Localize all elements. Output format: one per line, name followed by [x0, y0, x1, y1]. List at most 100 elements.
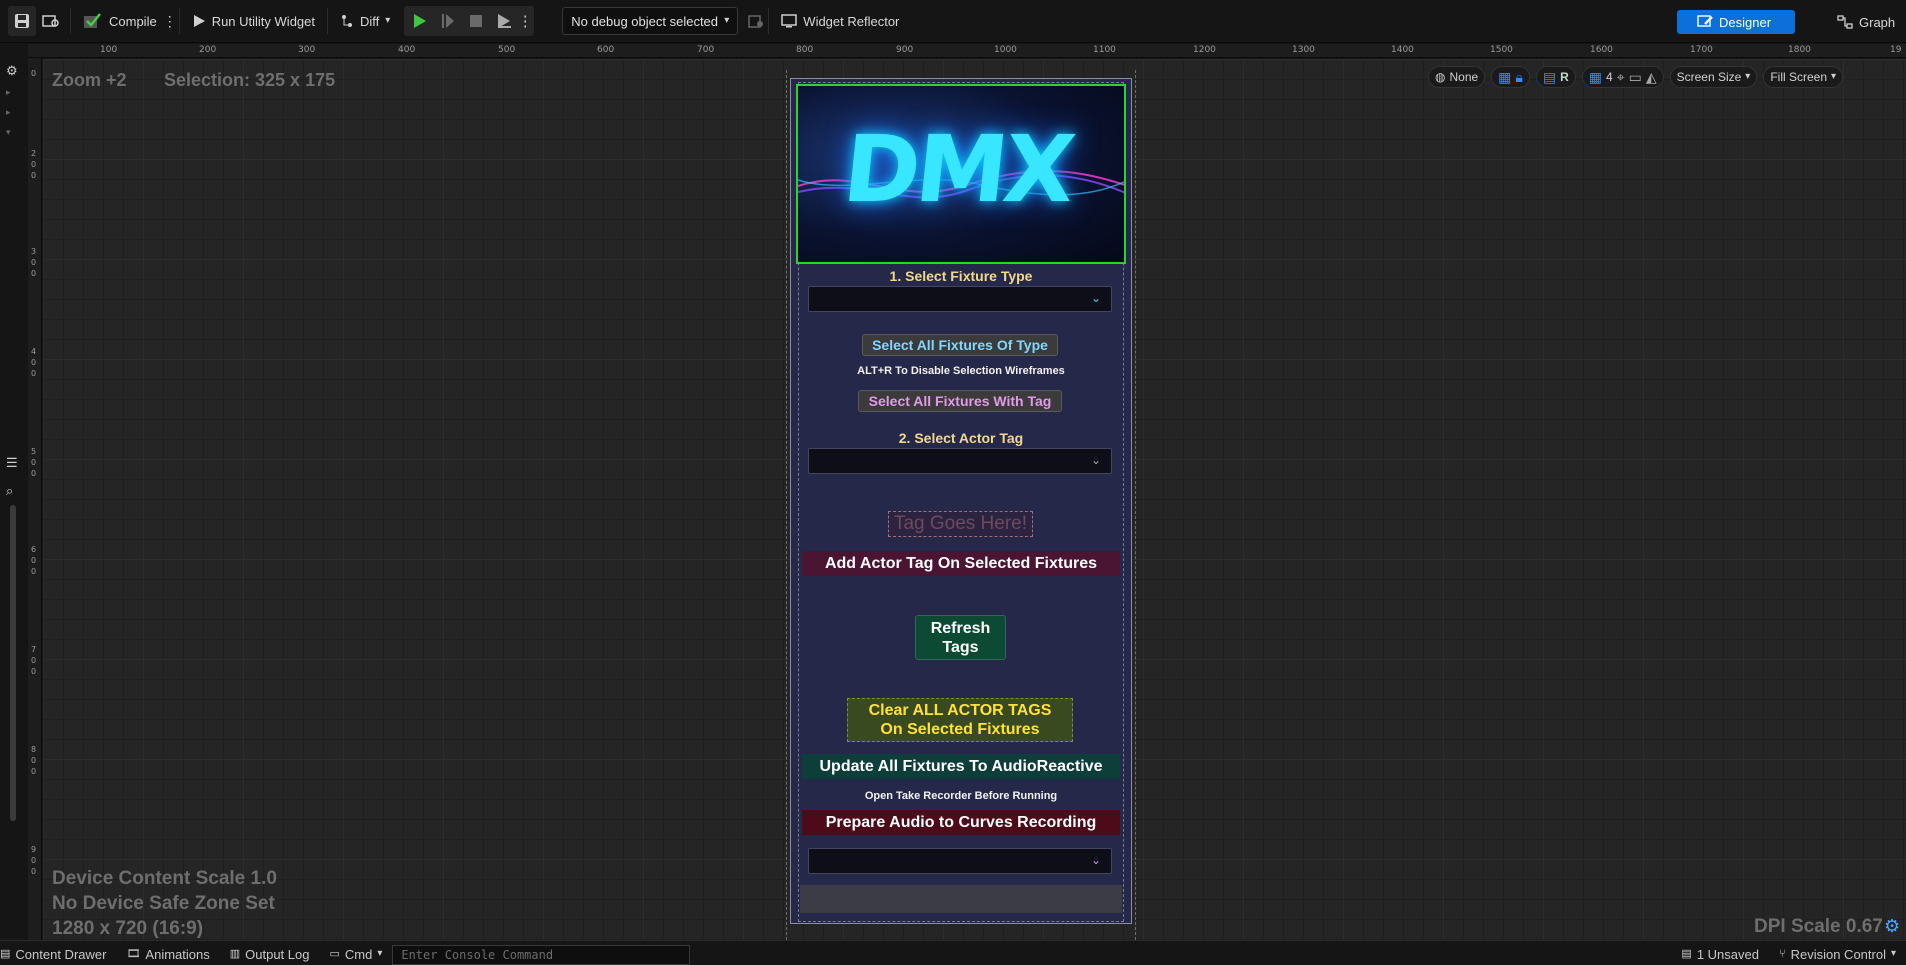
chevron-down-icon: ▾	[1831, 71, 1837, 82]
localization-preview-toggle[interactable]: ◍ None	[1428, 66, 1486, 88]
dmx-logo-image[interactable]: DMX	[796, 84, 1126, 264]
ruler-tick: 1200	[1193, 45, 1216, 55]
ruler-tick: 500	[498, 45, 516, 55]
gear-icon[interactable]: ⚙	[1884, 917, 1900, 935]
animations-label: Animations	[145, 946, 210, 962]
take-recorder-hint: Open Take Recorder Before Running	[864, 790, 1058, 802]
eject-icon[interactable]	[490, 7, 518, 35]
output-log-tab[interactable]: ▥ Output Log	[220, 943, 320, 965]
ruler-tick: 900	[31, 845, 37, 876]
chevron-down-icon: ⌄	[1090, 853, 1101, 867]
select-fixtures-with-tag-button[interactable]: Select All Fixtures With Tag	[858, 390, 1062, 412]
image-icon: ▭	[1628, 69, 1642, 85]
select-fixtures-of-type-button[interactable]: Select All Fixtures Of Type	[862, 334, 1058, 356]
save-icon	[14, 13, 30, 29]
browse-button[interactable]	[36, 6, 66, 36]
unsaved-indicator[interactable]: ▤ 1 Unsaved	[1671, 943, 1769, 965]
screen-size-select[interactable]: Screen Size ▾	[1669, 66, 1758, 88]
ruler-tick: 1800	[1788, 45, 1811, 55]
debug-object-value: No debug object selected	[571, 13, 719, 29]
respect-locks-toggle[interactable]: ▤ R	[1535, 66, 1576, 88]
save-button[interactable]	[8, 6, 36, 36]
ruler-tick: 1600	[1590, 45, 1613, 55]
compile-label: Compile	[109, 13, 157, 29]
terminal-icon: ▭	[329, 947, 340, 960]
vertical-scrollbar[interactable]	[10, 505, 16, 821]
ruler-tick: 1000	[994, 45, 1017, 55]
zoom-level: Zoom +2	[52, 70, 127, 90]
cmd-select[interactable]: ▭ Cmd ▾	[319, 943, 392, 965]
play-options-icon[interactable]: ⋮	[518, 7, 533, 35]
audio-combobox[interactable]: ⌄	[808, 848, 1112, 874]
clear-actor-tags-button[interactable]: Clear ALL ACTOR TAGS On Selected Fixture…	[847, 698, 1073, 742]
grid-snap-icon: ▦	[1498, 69, 1512, 85]
snap-lock-toggle[interactable]: ▦ 🔒︎	[1491, 66, 1530, 88]
ruler-tick: 1700	[1690, 45, 1713, 55]
compile-options-icon[interactable]: ⋮	[163, 14, 177, 28]
diff-button[interactable]: Diff ▾	[332, 6, 398, 36]
prepare-audio-recording-button[interactable]: Prepare Audio to Curves Recording	[802, 810, 1120, 835]
play-icon[interactable]	[406, 7, 434, 35]
bottom-spacer-panel	[800, 885, 1122, 913]
graph-label: Graph	[1859, 14, 1896, 30]
actor-tag-combobox[interactable]: ⌄	[808, 448, 1112, 474]
chevron-down-icon: ▾	[385, 15, 391, 26]
run-utility-widget-button[interactable]: Run Utility Widget	[184, 6, 323, 36]
designer-label: Designer	[1719, 14, 1772, 30]
ruler-tick: 700	[31, 645, 37, 676]
widget-reflector-icon	[781, 14, 798, 28]
ruler-tick: 300	[298, 45, 316, 55]
animations-tab[interactable]: 🎞︎ Animations	[116, 943, 219, 965]
ruler-tick: 400	[31, 347, 37, 378]
refresh-tags-button[interactable]: Refresh Tags	[915, 615, 1006, 660]
grid-snap-toggle[interactable]: ▦ 4 ⌖ ▭ ◭	[1581, 66, 1664, 88]
unsaved-icon: ▤	[1681, 947, 1692, 960]
chevron-down-icon: ▾	[1745, 71, 1751, 82]
revision-control-icon: ⑂	[1778, 947, 1786, 960]
revision-control-label: Revision Control	[1790, 946, 1886, 962]
chevron-down-icon: ▾	[724, 15, 730, 26]
add-actor-tag-button[interactable]: Add Actor Tag On Selected Fixtures	[802, 551, 1120, 576]
tag-input[interactable]: Tag Goes Here!	[888, 511, 1033, 537]
revision-control-button[interactable]: ⑂ Revision Control ▾	[1769, 943, 1906, 965]
collapse-arrow-icon[interactable]: ▸	[6, 88, 11, 97]
fill-screen-select[interactable]: Fill Screen ▾	[1763, 66, 1844, 88]
horizontal-ruler: 100 200 300 400 500 600 700 800 900 1000…	[28, 44, 1906, 58]
layout-icon: ▤	[1542, 69, 1557, 85]
content-drawer-button[interactable]: ▤ Content Drawer	[0, 943, 116, 965]
stop-icon[interactable]	[462, 7, 490, 35]
ruler-tick: 600	[31, 545, 37, 576]
hierarchy-list-icon[interactable]: ☰	[6, 456, 18, 469]
fixture-type-combobox[interactable]: ⌄	[808, 286, 1112, 312]
console-input[interactable]: Enter Console Command	[392, 945, 691, 965]
fill-screen-value: Fill Screen	[1770, 70, 1828, 84]
gear-icon[interactable]: ⚙	[6, 64, 18, 77]
ruler-tick: 1400	[1391, 45, 1414, 55]
designer-brush-icon	[1697, 15, 1713, 29]
collapse-arrow-icon[interactable]: ▾	[6, 128, 11, 137]
graph-mode-button[interactable]: Graph	[1817, 10, 1906, 34]
run-utility-widget-label: Run Utility Widget	[211, 13, 315, 29]
cursor-icon: ⌖	[1616, 69, 1625, 85]
search-icon[interactable]: ⌕	[6, 484, 13, 497]
ruler-tick: 100	[100, 45, 118, 55]
widget-reflector-button[interactable]: Widget Reflector	[773, 6, 907, 36]
main-toolbar: Compile ⋮ Run Utility Widget Diff ▾ ⋮ No…	[0, 0, 1906, 43]
ruler-tick: 400	[398, 45, 416, 55]
output-log-label: Output Log	[245, 946, 310, 962]
debug-browse-icon[interactable]	[748, 13, 764, 29]
content-drawer-label: Content Drawer	[15, 946, 107, 962]
designer-mode-button[interactable]: Designer	[1677, 10, 1795, 34]
cmd-label: Cmd	[344, 946, 373, 962]
debug-object-select[interactable]: No debug object selected ▾	[562, 7, 739, 35]
step2-label: 2. Select Actor Tag	[898, 430, 1024, 446]
refresh-line-2: Tags	[942, 638, 979, 656]
collapse-arrow-icon[interactable]: ▸	[6, 108, 11, 117]
ruler-tick: 200	[31, 149, 37, 180]
chevron-down-icon: ▾	[1890, 948, 1896, 959]
ruler-tick: 300	[31, 247, 37, 278]
gradient-icon: ◭	[1645, 69, 1657, 85]
update-audioreactive-button[interactable]: Update All Fixtures To AudioReactive	[802, 754, 1120, 779]
compile-button[interactable]: Compile	[75, 6, 165, 36]
step-forward-icon[interactable]	[434, 7, 462, 35]
